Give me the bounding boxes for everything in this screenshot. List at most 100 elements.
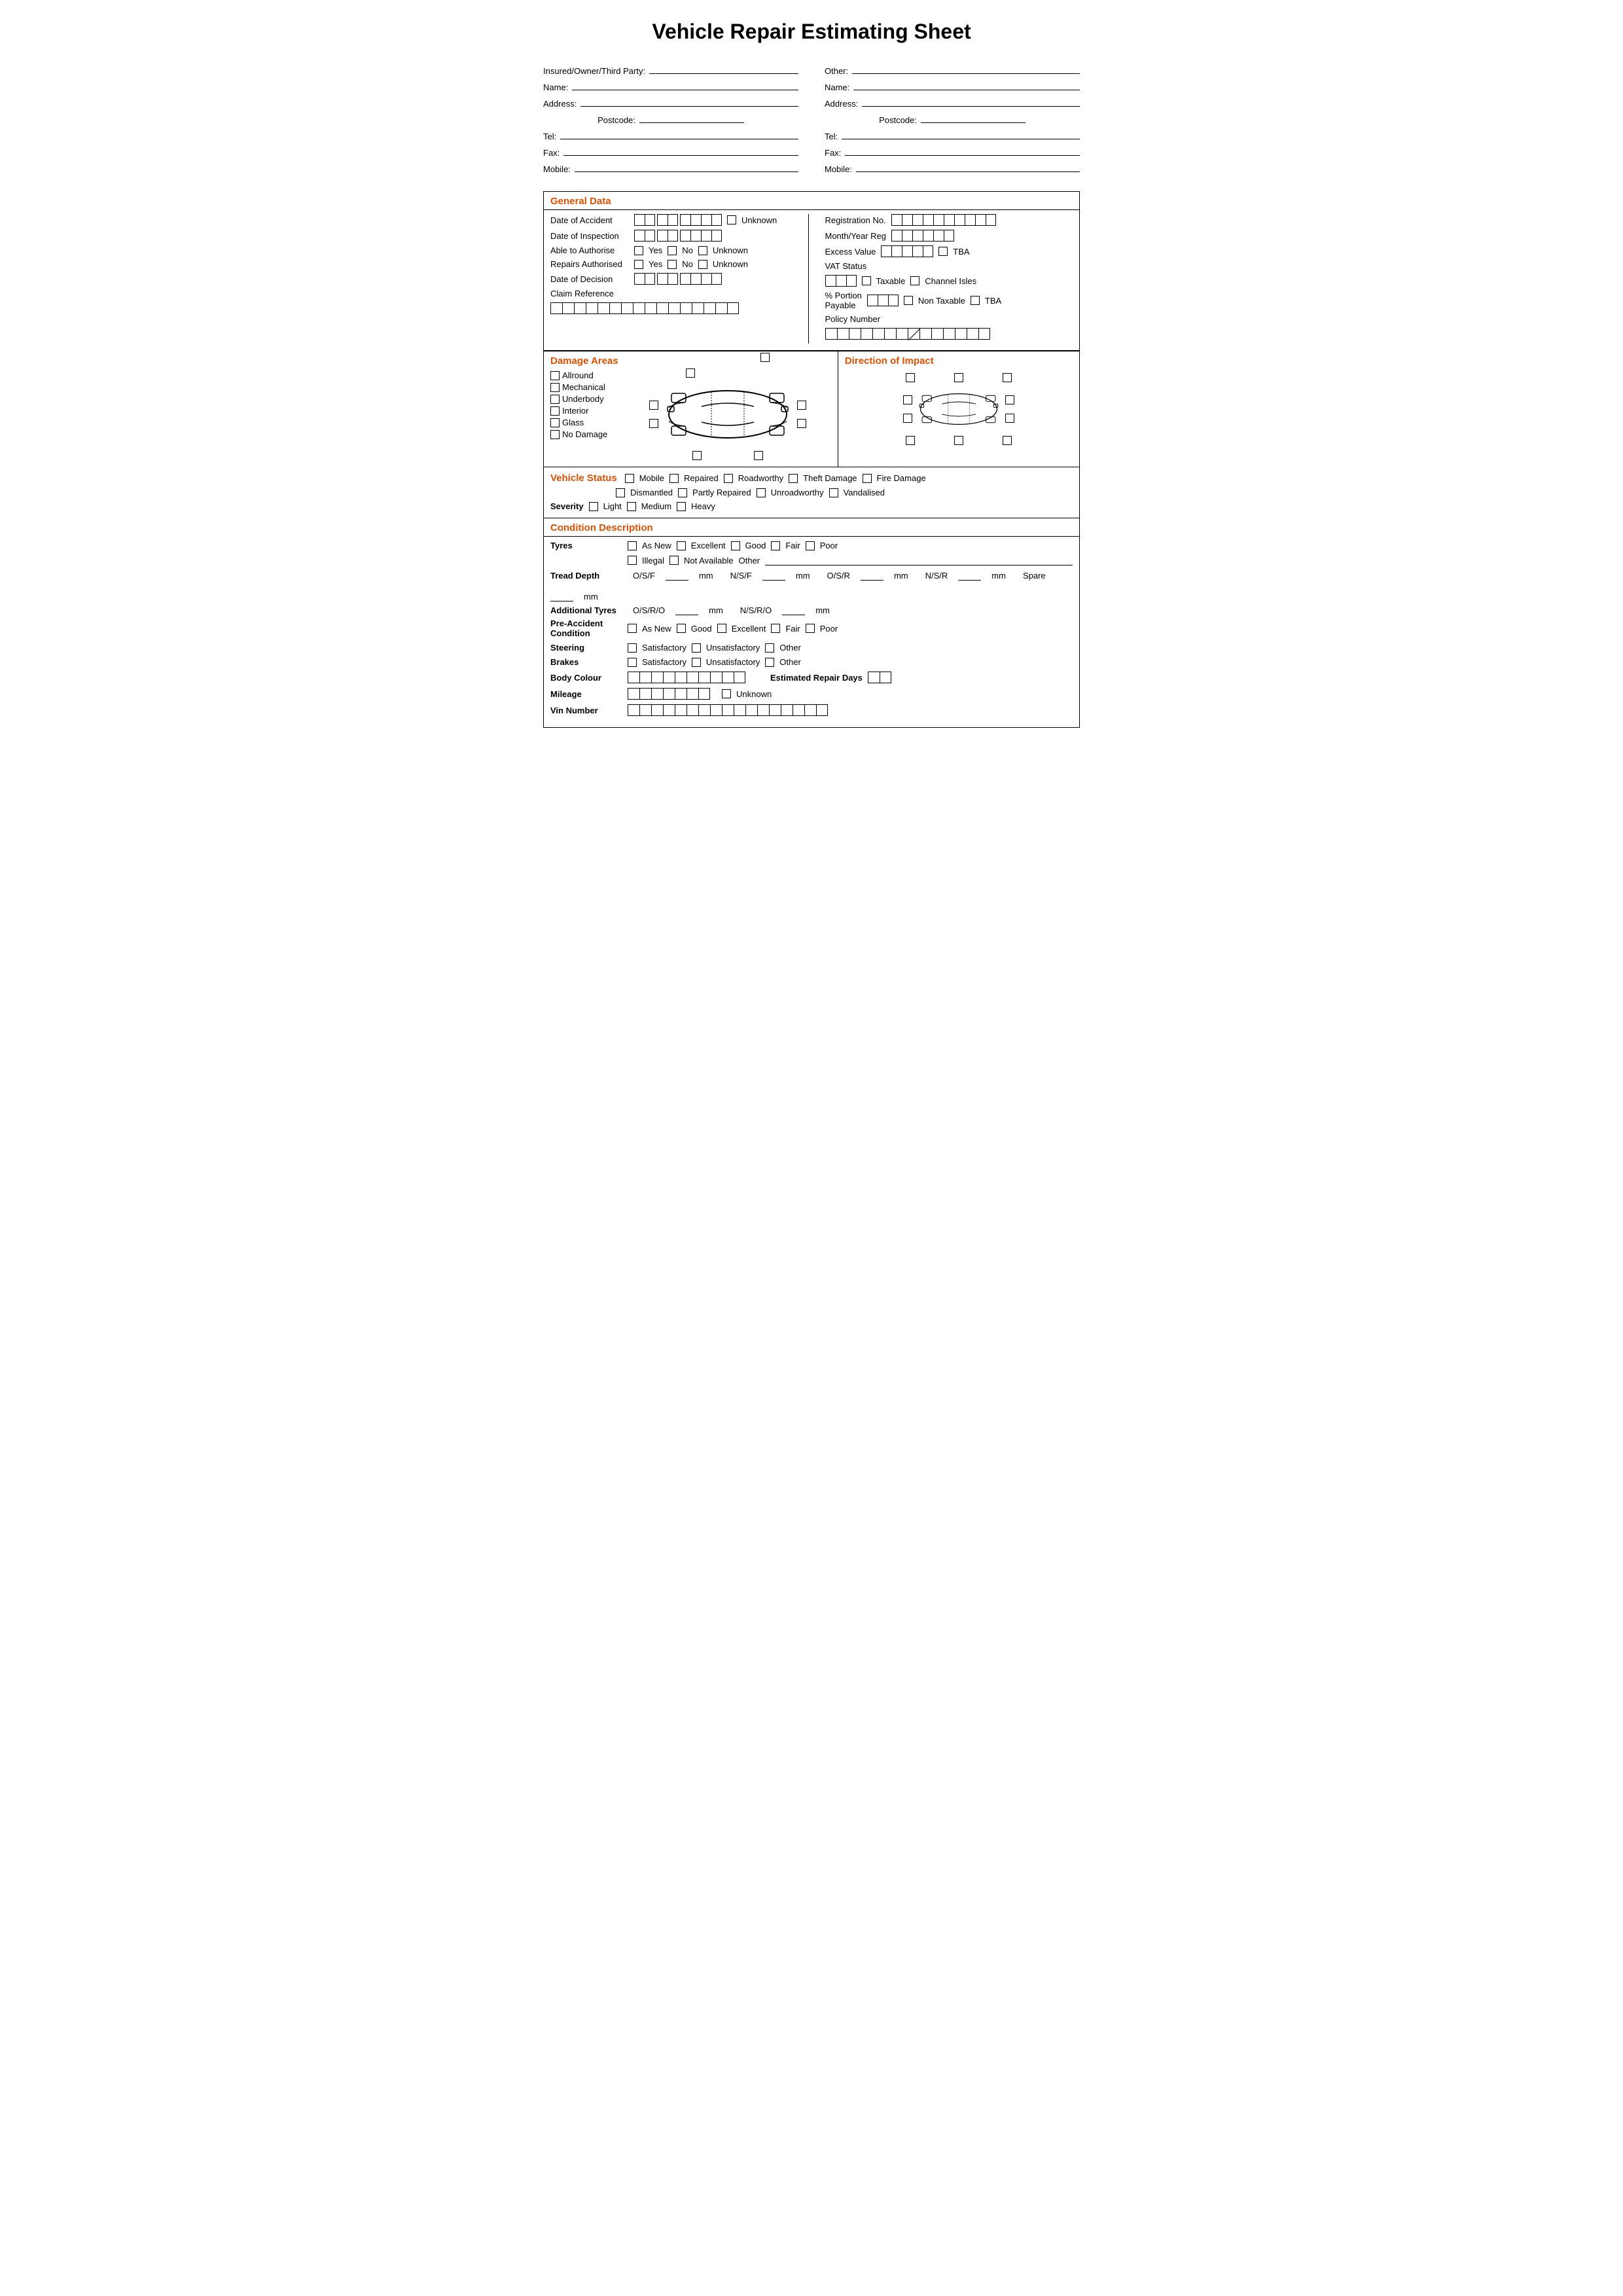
damage-underbody[interactable]: Underbody	[550, 394, 618, 404]
right-tel-input[interactable]	[842, 129, 1080, 139]
damage-right2-cb[interactable]	[797, 419, 806, 428]
severity-medium-cb[interactable]	[627, 502, 636, 511]
tread-nsf-input[interactable]	[762, 570, 785, 581]
vat-channel-cb[interactable]	[910, 276, 919, 285]
portion-tba-cb[interactable]	[971, 296, 980, 305]
date-accident-unknown-cb[interactable]	[727, 215, 736, 224]
vat-taxable-cb[interactable]	[862, 276, 871, 285]
damage-interior-cb[interactable]	[550, 406, 560, 416]
pa-poor-cb[interactable]	[806, 624, 815, 633]
damage-allround-cb[interactable]	[550, 371, 560, 380]
impact-top-cb[interactable]	[954, 373, 963, 382]
damage-mechanical[interactable]: Mechanical	[550, 382, 618, 392]
damage-left2-cb[interactable]	[649, 419, 658, 428]
date-decision-boxes[interactable]	[634, 273, 722, 285]
brakes-unsat-cb[interactable]	[692, 658, 701, 667]
able-no-cb[interactable]	[668, 246, 677, 255]
impact-left2-cb[interactable]	[903, 414, 912, 423]
vs-vandalised-cb[interactable]	[829, 488, 838, 497]
month-year-boxes[interactable]	[891, 230, 954, 242]
damage-left-cb[interactable]	[649, 401, 658, 410]
tyres-excellent-cb[interactable]	[677, 541, 686, 550]
policy-number-boxes[interactable]	[825, 328, 990, 340]
non-taxable-cb[interactable]	[904, 296, 913, 305]
able-unknown-cb[interactable]	[698, 246, 707, 255]
body-colour-boxes[interactable]	[628, 672, 745, 683]
right-postcode-input[interactable]	[921, 113, 1026, 123]
vs-unroadworthy-cb[interactable]	[757, 488, 766, 497]
vs-mobile-cb[interactable]	[625, 474, 634, 483]
tyres-notavail-cb[interactable]	[669, 556, 679, 565]
tyres-asnew-cb[interactable]	[628, 541, 637, 550]
impact-top-left-cb[interactable]	[906, 373, 915, 382]
steering-other-cb[interactable]	[765, 643, 774, 653]
pa-asnew-cb[interactable]	[628, 624, 637, 633]
brakes-other-cb[interactable]	[765, 658, 774, 667]
vs-roadworthy-cb[interactable]	[724, 474, 733, 483]
left-fax-input[interactable]	[563, 145, 798, 156]
repairs-yes-cb[interactable]	[634, 260, 643, 269]
damage-header-cb[interactable]	[760, 353, 770, 362]
right-fax-input[interactable]	[845, 145, 1080, 156]
reg-no-boxes[interactable]	[891, 214, 996, 226]
damage-bottom-cb[interactable]	[692, 451, 702, 460]
portion-boxes[interactable]	[867, 295, 899, 306]
claim-reference-boxes[interactable]	[550, 302, 739, 314]
damage-right-cb[interactable]	[797, 401, 806, 410]
vs-repaired-cb[interactable]	[669, 474, 679, 483]
tread-osr-input[interactable]	[861, 570, 883, 581]
vs-fire-cb[interactable]	[863, 474, 872, 483]
tyres-poor-cb[interactable]	[806, 541, 815, 550]
tread-osf-input[interactable]	[666, 570, 688, 581]
left-name-input[interactable]	[572, 80, 798, 90]
date-accident-boxes[interactable]	[634, 214, 722, 226]
repairs-no-cb[interactable]	[668, 260, 677, 269]
vs-partly-cb[interactable]	[678, 488, 687, 497]
steering-sat-cb[interactable]	[628, 643, 637, 653]
impact-bottom-left-cb[interactable]	[906, 436, 915, 445]
damage-no-damage[interactable]: No Damage	[550, 429, 618, 439]
repairs-unknown-cb[interactable]	[698, 260, 707, 269]
impact-bottom-cb[interactable]	[954, 436, 963, 445]
damage-glass-cb[interactable]	[550, 418, 560, 427]
tyres-other-field[interactable]	[765, 555, 1073, 565]
damage-glass[interactable]: Glass	[550, 418, 618, 427]
damage-no-damage-cb[interactable]	[550, 430, 560, 439]
mileage-unknown-cb[interactable]	[722, 689, 731, 698]
excess-value-boxes[interactable]	[881, 245, 933, 257]
insured-line[interactable]	[649, 63, 798, 74]
able-yes-cb[interactable]	[634, 246, 643, 255]
severity-light-cb[interactable]	[589, 502, 598, 511]
severity-heavy-cb[interactable]	[677, 502, 686, 511]
impact-top-right-cb[interactable]	[1003, 373, 1012, 382]
right-address-input[interactable]	[862, 96, 1080, 107]
add-tyres-osro-input[interactable]	[675, 605, 698, 615]
damage-mechanical-cb[interactable]	[550, 383, 560, 392]
impact-right-cb[interactable]	[1005, 395, 1014, 404]
vin-number-boxes[interactable]	[628, 704, 828, 716]
impact-left-cb[interactable]	[903, 395, 912, 404]
tyres-good-cb[interactable]	[731, 541, 740, 550]
damage-interior[interactable]: Interior	[550, 406, 618, 416]
impact-right2-cb[interactable]	[1005, 414, 1014, 423]
right-name-input[interactable]	[853, 80, 1080, 90]
damage-bottom2-cb[interactable]	[754, 451, 763, 460]
brakes-sat-cb[interactable]	[628, 658, 637, 667]
estimated-repair-days-boxes[interactable]	[868, 672, 891, 683]
left-mobile-input[interactable]	[575, 162, 798, 172]
mileage-boxes[interactable]	[628, 688, 710, 700]
left-address-input[interactable]	[580, 96, 798, 107]
steering-unsat-cb[interactable]	[692, 643, 701, 653]
damage-underbody-cb[interactable]	[550, 395, 560, 404]
left-tel-input[interactable]	[560, 129, 798, 139]
other-line[interactable]	[852, 63, 1080, 74]
excess-tba-cb[interactable]	[938, 247, 948, 256]
damage-top-cb[interactable]	[686, 368, 695, 378]
tread-nsr-input[interactable]	[958, 570, 981, 581]
pa-fair-cb[interactable]	[771, 624, 780, 633]
impact-bottom-right-cb[interactable]	[1003, 436, 1012, 445]
tyres-fair-cb[interactable]	[771, 541, 780, 550]
vat-box[interactable]	[825, 275, 857, 287]
right-mobile-input[interactable]	[856, 162, 1080, 172]
tyres-illegal-cb[interactable]	[628, 556, 637, 565]
